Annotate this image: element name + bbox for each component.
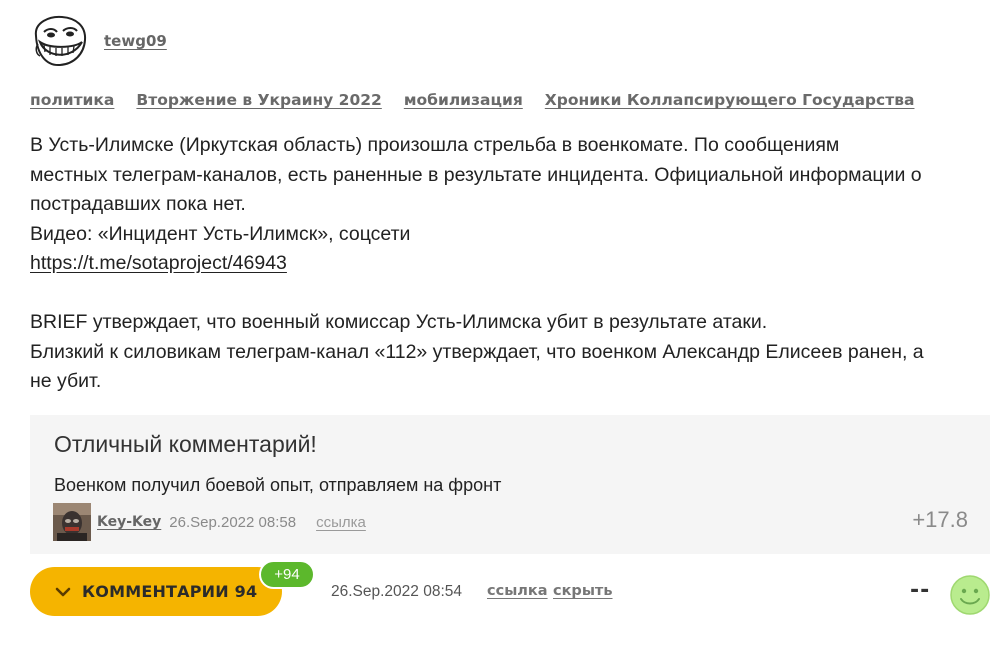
trollface-avatar-icon[interactable] <box>30 14 88 68</box>
smile-icon[interactable] <box>949 574 991 616</box>
chevron-down-icon <box>55 587 71 596</box>
comments-button[interactable]: КОММЕНТАРИИ 94 <box>30 567 282 616</box>
post-text-line: В Усть-Илимске (Иркутская область) произ… <box>30 134 840 156</box>
post-text-line: не убит. <box>30 370 102 392</box>
post-body: В Усть-Илимске (Иркутская область) произ… <box>30 131 990 397</box>
best-comment-meta: Key-Key 26.Sep.2022 08:58 ссылка <box>53 503 366 541</box>
tag-invasion-2022[interactable]: Вторжение в Украину 2022 <box>136 91 381 109</box>
best-comment-score: +17.8 <box>912 507 968 532</box>
commenter-avatar-icon[interactable] <box>53 503 91 541</box>
tag-politics[interactable]: политика <box>30 91 114 109</box>
hide-post-link[interactable]: скрыть <box>553 583 613 599</box>
post-source-link[interactable]: https://t.me/sotaproject/46943 <box>30 252 287 274</box>
tag-mobilization[interactable]: мобилизация <box>404 91 523 109</box>
new-comments-badge: +94 <box>259 560 315 589</box>
post-text-line: пострадавших пока нет. <box>30 193 246 215</box>
post-text-line: Видео: «Инцидент Усть-Илимск», соцсети <box>30 222 411 245</box>
comments-button-label: КОММЕНТАРИИ 94 <box>82 582 258 601</box>
post-author: tewg09 <box>30 14 167 68</box>
tag-collapsing-state[interactable]: Хроники Коллапсирующего Государства <box>545 91 915 109</box>
best-comment-username[interactable]: Key-Key <box>97 514 161 530</box>
post-text-line: BRIEF утверждает, что военный комиссар У… <box>30 311 768 333</box>
best-comment-link[interactable]: ссылка <box>316 514 366 531</box>
best-comment-title: Отличный комментарий! <box>54 431 317 457</box>
post-text-line: местных телеграм-каналов, есть раненные … <box>30 163 922 186</box>
author-name[interactable]: tewg09 <box>104 32 167 50</box>
best-comment-panel: Отличный комментарий! Военком получил бо… <box>30 415 990 554</box>
post-score: -- <box>910 578 931 603</box>
post-tags: политика Вторжение в Украину 2022 мобили… <box>30 91 936 109</box>
post-text-line: Близкий к силовикам телеграм-канал «112»… <box>30 340 924 363</box>
post-permalink[interactable]: ссылка <box>487 583 548 599</box>
post-date: 26.Sep.2022 08:54 <box>331 583 463 600</box>
best-comment-text: Военком получил боевой опыт, отправляем … <box>54 475 502 495</box>
best-comment-date: 26.Sep.2022 08:58 <box>169 513 297 531</box>
